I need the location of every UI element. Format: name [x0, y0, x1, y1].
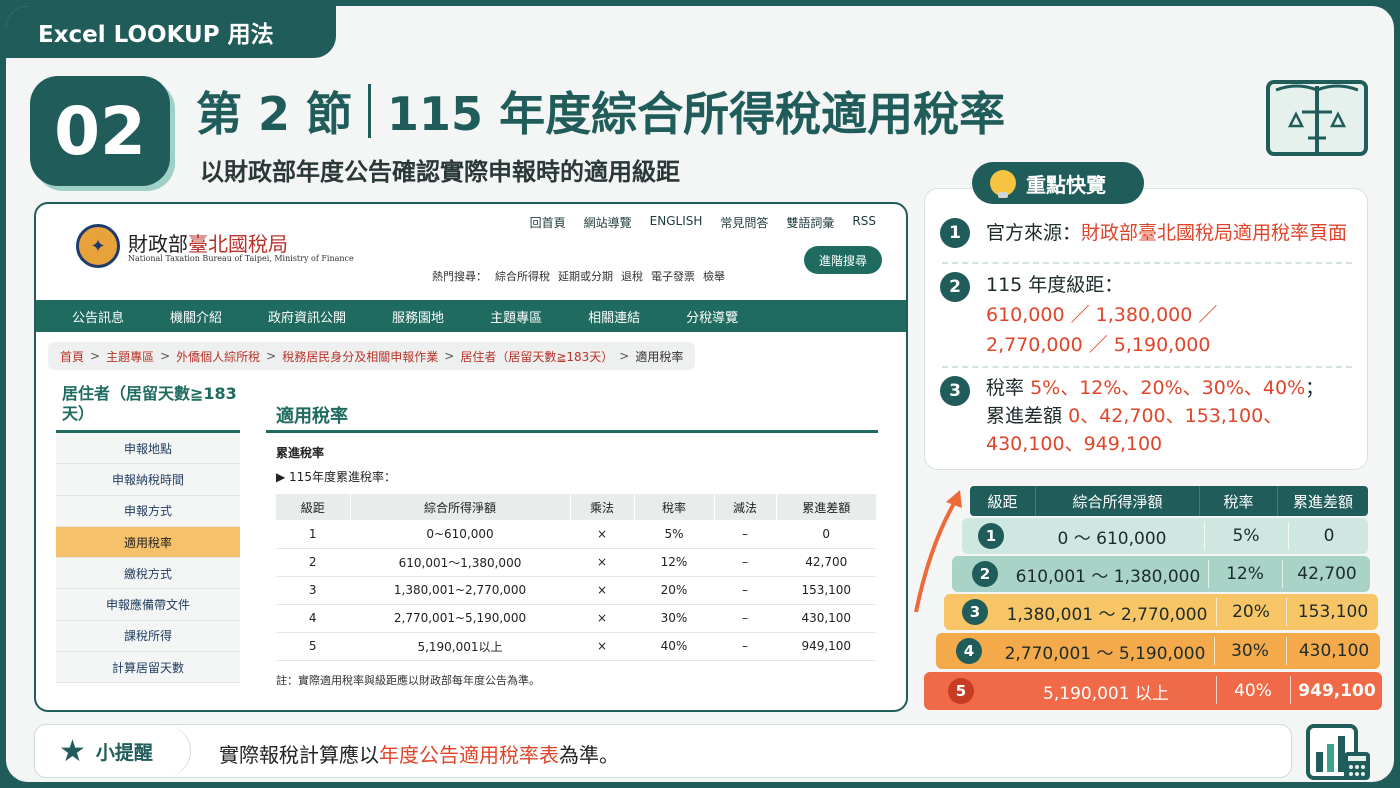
link-glossary[interactable]: 雙語詞彙: [786, 214, 834, 231]
table-row: 3 1,380,001~2,770,000 × 20% –153,100: [276, 576, 876, 605]
progressive-rate-label: 累進稅率: [276, 446, 325, 460]
divider: [942, 262, 1352, 264]
bracket-band-3: 3 1,380,001 ～ 2,770,000 20% 153,100: [944, 594, 1378, 630]
nav-item[interactable]: 主題專區: [490, 307, 542, 326]
sidebar-item-location[interactable]: 申報地點: [56, 433, 240, 465]
table-row: 4 2,770,001~5,190,000 × 30% –430,100: [276, 604, 876, 633]
sidebar-menu: 申報地點 申報納稅時間 申報方式 適用稅率 繳稅方式 申報應備帶文件 課稅所得 …: [56, 430, 240, 684]
hot-search: 熱門搜尋： 綜合所得稅 延期或分期 退稅 電子發票 檢舉: [432, 268, 725, 284]
highlight-rates: 稅率 5%、12%、20%、30%、40%； 累進差額 0、42,700、153…: [986, 377, 1325, 455]
breadcrumb-item[interactable]: 外僑個人綜所稅: [176, 348, 260, 365]
page-subtitle: 以財政部年度公告確認實際申報時的適用級距: [200, 158, 680, 186]
bracket-table-header: 級距 綜合所得淨額 稅率 累進差額: [970, 486, 1368, 516]
section-label: 第 2 節: [196, 87, 353, 141]
point-number-3: 3: [940, 376, 970, 406]
breadcrumb-item[interactable]: 主題專區: [106, 348, 154, 365]
breadcrumb-item[interactable]: 首頁: [60, 348, 84, 365]
title-divider: [368, 84, 372, 138]
table-row: 5 5,190,001以上 × 40% –949,100: [276, 632, 876, 661]
nav-item[interactable]: 政府資訊公開: [268, 307, 346, 326]
breadcrumb-item[interactable]: 稅務居民身分及相關申報作業: [282, 348, 438, 365]
law-book-icon: [1266, 80, 1368, 156]
column-header: 綜合所得淨額: [350, 494, 571, 520]
column-header: 稅率: [634, 494, 715, 520]
table-row: 1 0~610,000 × 5% –0: [276, 520, 876, 549]
title-underline: [266, 430, 878, 433]
nav-item[interactable]: 服務園地: [392, 307, 444, 326]
hot-item[interactable]: 退稅: [621, 268, 643, 284]
table-header-row: 級距 綜合所得淨額 乘法 稅率 減法 累進差額: [276, 494, 876, 520]
breadcrumb-current: 適用稅率: [635, 349, 684, 364]
hot-item[interactable]: 綜合所得稅: [495, 268, 550, 284]
nav-item[interactable]: 機關介紹: [170, 307, 222, 326]
sidebar-item-payment[interactable]: 繳稅方式: [56, 558, 240, 590]
column-header: 級距: [276, 494, 351, 520]
highlights-title: 重點快覽: [972, 162, 1144, 204]
column-header: 乘法: [570, 494, 635, 520]
nav-item[interactable]: 分稅導覽: [686, 307, 738, 326]
content-title: 適用稅率: [276, 406, 348, 427]
site-logo-text[interactable]: 財政部臺北國稅局: [128, 228, 288, 257]
bracket-band-5: 5 5,190,001 以上 40% 949,100: [924, 672, 1382, 710]
column-header: 累進差額: [776, 494, 876, 520]
section-number: 02: [30, 76, 170, 186]
advanced-search-button[interactable]: 進階搜尋: [804, 246, 882, 274]
link-rss[interactable]: RSS: [852, 214, 876, 231]
progressive-rate-subtitle: ▶ 115年度累進稅率：: [276, 470, 396, 484]
hot-item[interactable]: 電子發票: [651, 268, 695, 284]
site-header: ✦ 財政部臺北國稅局 National Taxation Bureau of T…: [36, 204, 906, 300]
link-home[interactable]: 回首頁: [530, 214, 566, 231]
link-sitemap[interactable]: 網站導覽: [584, 214, 632, 231]
sidebar-item-filing-method[interactable]: 申報方式: [56, 495, 240, 527]
main-nav: 公告訊息 機關介紹 政府資訊公開 服務園地 主題專區 相關連結 分稅導覽: [36, 300, 906, 332]
sidebar-title: 居住者（居留天數≧183天）: [62, 384, 237, 423]
sidebar-item-filing-time[interactable]: 申報納稅時間: [56, 464, 240, 496]
nav-item[interactable]: 相關連結: [588, 307, 640, 326]
link-faq[interactable]: 常見問答: [720, 214, 768, 231]
calculator-chart-icon: [1306, 724, 1370, 780]
tax-rate-table: 級距 綜合所得淨額 乘法 稅率 減法 累進差額 1 0~610,000 × 5% –0 …: [276, 494, 876, 661]
page-title: 第 2 節 115 年度綜合所得稅適用稅率: [196, 78, 1005, 144]
column-header: 減法: [714, 494, 777, 520]
point-number-1: 1: [940, 218, 970, 248]
bracket-band-2: 2 610,001 ～ 1,380,000 12% 42,700: [952, 556, 1370, 592]
point-number-2: 2: [940, 272, 970, 302]
sidebar-item-taxable-income[interactable]: 課稅所得: [56, 620, 240, 653]
hot-item[interactable]: 檢舉: [703, 268, 725, 284]
tip-label: ★ 小提醒: [35, 725, 191, 777]
title-text: 115 年度綜合所得稅適用稅率: [387, 87, 1006, 141]
site-logo-english: National Taxation Bureau of Taipei, Mini…: [128, 254, 354, 263]
sidebar-item-documents[interactable]: 申報應備帶文件: [56, 589, 240, 621]
topic-tag: Excel LOOKUP 用法: [6, 6, 336, 58]
highlight-source: 官方來源：財政部臺北國稅局適用稅率頁面: [986, 222, 1348, 244]
top-links: 回首頁 網站導覽 ENGLISH 常見問答 雙語詞彙 RSS: [530, 214, 876, 231]
link-english[interactable]: ENGLISH: [650, 214, 703, 231]
hot-item[interactable]: 延期或分期: [558, 268, 613, 284]
sidebar-item-tax-rate[interactable]: 適用稅率: [56, 526, 240, 559]
tip-text: 實際報稅計算應以年度公告適用稅率表為準。: [219, 743, 619, 767]
sidebar-item-residency-days[interactable]: 計算居留天數: [56, 652, 240, 684]
nav-item[interactable]: 公告訊息: [72, 307, 124, 326]
bracket-band-1: 1 0 ～ 610,000 5% 0: [962, 518, 1368, 554]
bureau-logo-icon: ✦: [76, 224, 120, 268]
tax-bureau-webpage: ✦ 財政部臺北國稅局 National Taxation Bureau of T…: [34, 202, 908, 712]
table-note: 註：實際適用稅率與級距應以財政部每年度公告為準。: [276, 674, 540, 687]
table-row: 2 610,001～1,380,000 × 12% –42,700: [276, 548, 876, 577]
divider: [942, 366, 1352, 368]
lightbulb-icon: [990, 170, 1016, 198]
breadcrumb: 首頁 > 主題專區 > 外僑個人綜所稅 > 稅務居民身分及相關申報作業 > 居住者（居留…: [48, 342, 696, 370]
highlight-brackets: 115 年度級距： 610,000 ／ 1,380,000 ／ 2,770,00…: [986, 274, 1218, 356]
slide: Excel LOOKUP 用法 02 第 2 節 115 年度綜合所得稅適用稅率…: [6, 6, 1394, 782]
bracket-band-4: 4 2,770,001 ～ 5,190,000 30% 430,100: [936, 633, 1380, 669]
tip-bar: ★ 小提醒 實際報稅計算應以年度公告適用稅率表為準。: [34, 724, 1292, 778]
star-icon: ★: [59, 733, 86, 769]
hot-search-label: 熱門搜尋：: [432, 270, 487, 283]
breadcrumb-item[interactable]: 居住者（居留天數≧183天）: [460, 348, 613, 365]
